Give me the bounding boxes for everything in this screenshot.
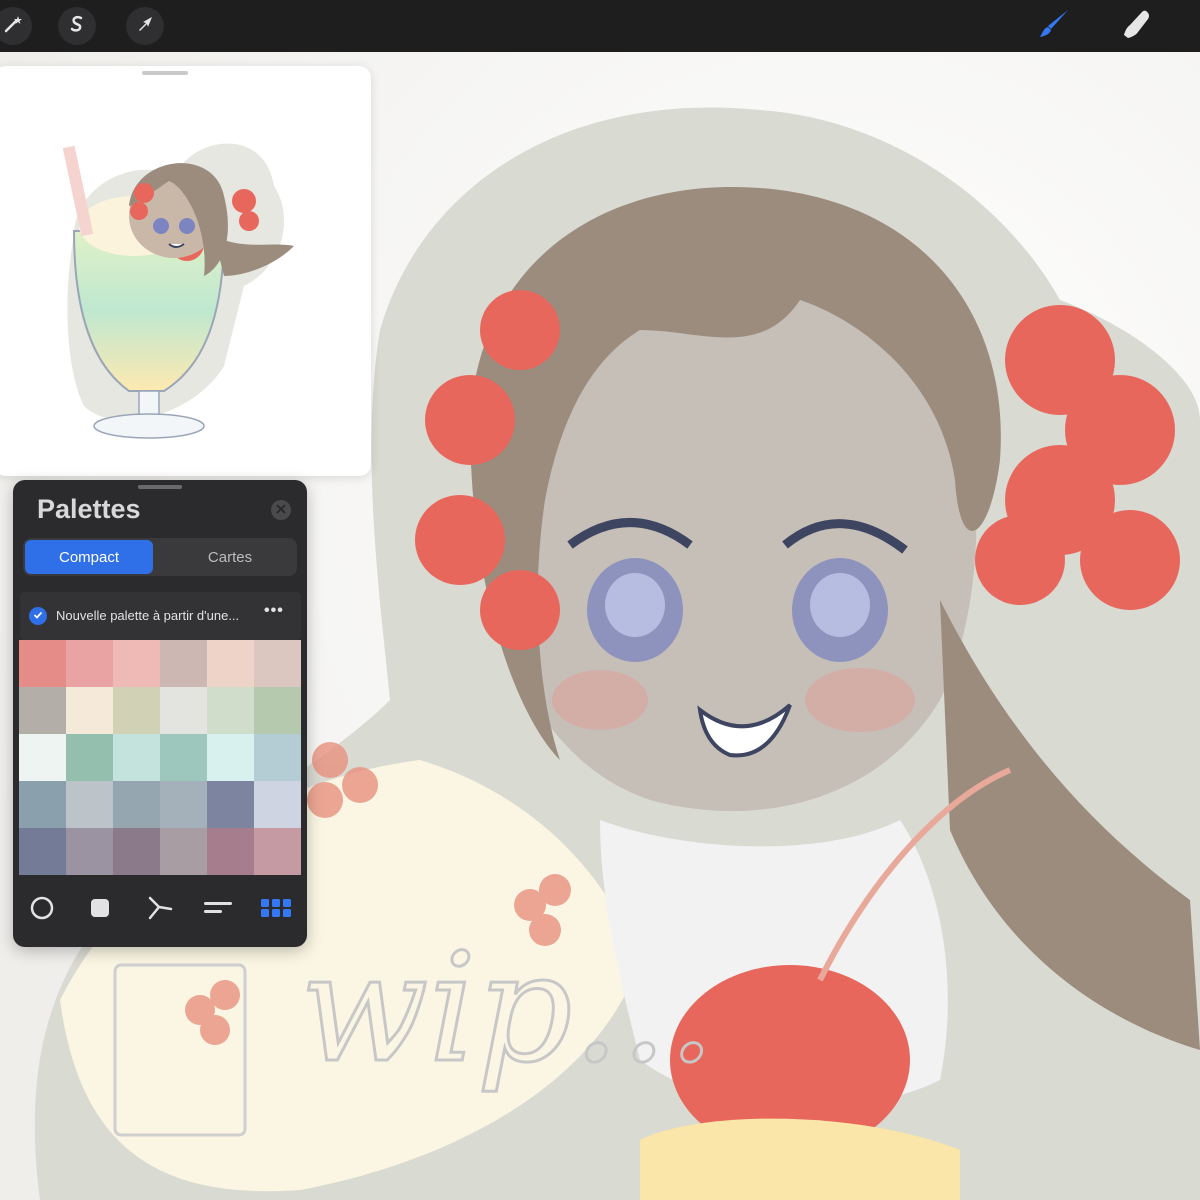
color-swatch[interactable] — [160, 640, 207, 687]
square-icon — [89, 897, 111, 924]
color-swatch[interactable] — [19, 828, 66, 875]
checkmark-icon — [33, 607, 43, 625]
color-swatch[interactable] — [19, 734, 66, 781]
color-swatch[interactable] — [19, 640, 66, 687]
color-swatch[interactable] — [66, 640, 113, 687]
color-swatch[interactable] — [66, 734, 113, 781]
view-mode-segmented-control: Compact Cartes — [23, 538, 297, 576]
classic-mode-button[interactable] — [85, 897, 115, 923]
default-palette-checkbox[interactable] — [29, 607, 47, 625]
palettes-panel: Palettes Compact Cartes Nouvelle palette… — [13, 480, 307, 947]
color-swatch[interactable] — [19, 781, 66, 828]
close-icon — [276, 501, 286, 519]
color-swatch[interactable] — [254, 687, 301, 734]
color-swatch[interactable] — [19, 687, 66, 734]
color-swatch[interactable] — [207, 828, 254, 875]
palette-row[interactable]: Nouvelle palette à partir d'une... ••• — [20, 592, 301, 640]
procreate-window: wip... Palettes Compact Cartes Nouvelle … — [0, 0, 1200, 1200]
color-swatch[interactable] — [254, 734, 301, 781]
transform-button[interactable] — [126, 7, 164, 45]
magic-wand-icon — [3, 14, 23, 39]
value-sliders-icon — [203, 898, 233, 923]
color-swatch[interactable] — [207, 687, 254, 734]
adjustments-button[interactable] — [0, 7, 32, 45]
color-swatch[interactable] — [66, 828, 113, 875]
color-swatch[interactable] — [207, 781, 254, 828]
reference-illustration — [62, 143, 294, 439]
color-swatch[interactable] — [113, 781, 160, 828]
tab-cartes[interactable]: Cartes — [165, 540, 295, 574]
color-swatch[interactable] — [113, 828, 160, 875]
color-swatch[interactable] — [113, 734, 160, 781]
panel-grabber[interactable] — [138, 485, 182, 489]
selection-s-icon — [67, 14, 87, 39]
selection-button[interactable] — [58, 7, 96, 45]
grid-icon — [261, 898, 291, 923]
value-mode-button[interactable] — [203, 897, 233, 923]
smudge-finger-icon — [1120, 8, 1152, 45]
color-swatch[interactable] — [160, 828, 207, 875]
close-button[interactable] — [271, 500, 291, 520]
arrow-cursor-icon — [135, 14, 155, 39]
color-swatch[interactable] — [113, 687, 160, 734]
color-swatch[interactable] — [254, 828, 301, 875]
brush-button[interactable] — [1036, 8, 1072, 44]
smudge-button[interactable] — [1118, 8, 1154, 44]
harmony-icon — [147, 895, 173, 926]
wip-watermark: wip... — [300, 922, 715, 1096]
tab-compact[interactable]: Compact — [25, 540, 153, 574]
color-mode-bar — [13, 885, 307, 935]
color-swatch[interactable] — [66, 781, 113, 828]
color-swatch[interactable] — [254, 781, 301, 828]
palettes-mode-button[interactable] — [261, 897, 291, 923]
color-swatch[interactable] — [66, 687, 113, 734]
color-swatch[interactable] — [113, 640, 160, 687]
harmony-mode-button[interactable] — [145, 895, 175, 926]
color-swatch[interactable] — [160, 734, 207, 781]
disc-mode-button[interactable] — [27, 895, 57, 926]
top-toolbar — [0, 0, 1200, 52]
color-swatch[interactable] — [207, 640, 254, 687]
swatch-grid — [19, 640, 301, 875]
color-swatch[interactable] — [160, 687, 207, 734]
reference-window[interactable] — [0, 66, 371, 476]
color-swatch[interactable] — [160, 781, 207, 828]
more-options-button[interactable]: ••• — [264, 602, 284, 620]
palette-name[interactable]: Nouvelle palette à partir d'une... — [56, 608, 239, 623]
color-swatch[interactable] — [254, 640, 301, 687]
disc-icon — [29, 895, 55, 926]
brush-icon — [1037, 7, 1071, 46]
palettes-title: Palettes — [37, 494, 141, 524]
color-swatch[interactable] — [207, 734, 254, 781]
